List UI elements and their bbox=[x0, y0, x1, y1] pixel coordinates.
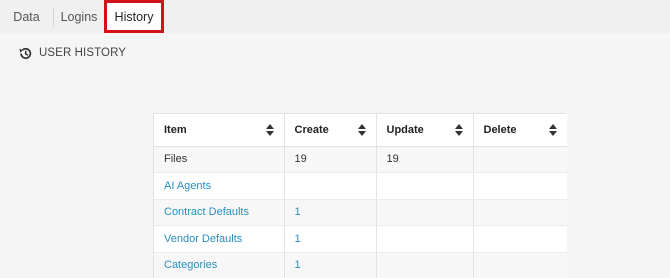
create-cell bbox=[284, 172, 377, 200]
delete-cell bbox=[473, 172, 567, 200]
history-icon bbox=[19, 47, 32, 59]
history-table: Item Create Update Delete Files 19 19 AI… bbox=[153, 113, 567, 278]
create-cell: 19 bbox=[284, 146, 377, 173]
tab-bar: Data Logins History bbox=[0, 0, 670, 33]
column-header-create[interactable]: Create bbox=[284, 114, 377, 147]
update-cell bbox=[376, 172, 474, 200]
create-cell[interactable]: 1 bbox=[284, 252, 377, 278]
item-cell: Files bbox=[154, 146, 285, 173]
update-cell: 19 bbox=[376, 146, 474, 173]
column-header-label: Update bbox=[386, 123, 424, 136]
section-header: USER HISTORY bbox=[18, 45, 126, 61]
item-link[interactable]: Contract Defaults bbox=[154, 199, 285, 226]
section-title: USER HISTORY bbox=[39, 47, 127, 59]
table-row: Vendor Defaults 1 bbox=[154, 225, 567, 253]
create-cell[interactable]: 1 bbox=[284, 225, 377, 253]
tab-label: Logins bbox=[60, 9, 98, 24]
sort-icon[interactable] bbox=[454, 124, 463, 136]
table-row: AI Agents bbox=[154, 172, 567, 200]
sort-icon[interactable] bbox=[357, 124, 366, 136]
table-row: Categories 1 bbox=[154, 252, 567, 278]
item-link[interactable]: AI Agents bbox=[154, 172, 285, 200]
delete-cell bbox=[473, 252, 567, 278]
update-cell bbox=[376, 225, 474, 253]
column-header-item[interactable]: Item bbox=[154, 114, 285, 147]
sort-icon[interactable] bbox=[549, 124, 557, 136]
column-header-update[interactable]: Update bbox=[376, 114, 474, 147]
delete-cell bbox=[473, 146, 567, 173]
column-header-label: Delete bbox=[483, 123, 517, 136]
create-cell[interactable]: 1 bbox=[284, 199, 377, 226]
table-row: Files 19 19 bbox=[154, 146, 567, 173]
tab-history[interactable]: History bbox=[104, 0, 164, 33]
delete-cell bbox=[473, 225, 567, 253]
delete-cell bbox=[473, 199, 567, 226]
table-row: Contract Defaults 1 bbox=[154, 199, 567, 226]
tab-logins[interactable]: Logins bbox=[54, 0, 104, 33]
column-header-label: Item bbox=[164, 123, 187, 136]
update-cell bbox=[376, 252, 474, 278]
sort-icon[interactable] bbox=[265, 124, 274, 136]
table-header-row: Item Create Update Delete bbox=[154, 114, 567, 147]
item-link[interactable]: Categories bbox=[154, 252, 285, 278]
item-link[interactable]: Vendor Defaults bbox=[154, 225, 285, 253]
tab-label: History bbox=[114, 9, 154, 24]
tab-data[interactable]: Data bbox=[0, 0, 53, 33]
column-header-delete[interactable]: Delete bbox=[473, 114, 567, 147]
history-panel: USER HISTORY Item Create Update Delete F… bbox=[0, 33, 670, 278]
update-cell bbox=[376, 199, 474, 226]
column-header-label: Create bbox=[294, 123, 329, 136]
tab-label: Data bbox=[13, 9, 40, 24]
